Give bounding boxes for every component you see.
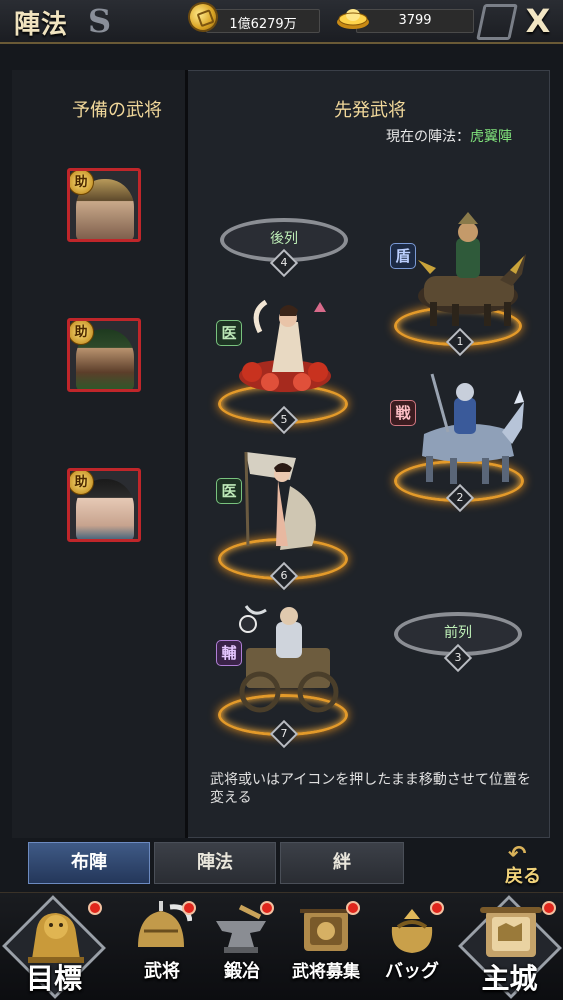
gold-ingot-icon [337, 9, 369, 29]
nav-bag[interactable]: バッグ [372, 893, 452, 1000]
ingot-value: 3799 [398, 13, 432, 28]
reserve-general-card[interactable]: 助 [67, 468, 141, 542]
support-general-unit-7[interactable] [226, 604, 350, 716]
back-label: 戻る [505, 866, 541, 887]
drag-hint-text: 武将或いはアイコンを押したまま移動させて位置を変える [210, 772, 531, 806]
nav-main-castle[interactable]: 主城 [456, 893, 563, 1000]
cavalry-general-unit-2[interactable] [404, 372, 528, 490]
notification-dot [542, 901, 556, 915]
top-bar: 陣法 S 1億6279万 3799 X [0, 0, 563, 44]
healer-general-unit-6[interactable] [236, 446, 336, 560]
coin-value-box: 1億6279万 [206, 9, 320, 33]
current-formation-value: 虎翼陣 [470, 129, 512, 145]
title-ornament-icon: S [88, 2, 112, 40]
current-formation-status: 現在の陣法：虎翼陣 [386, 126, 512, 146]
reserve-general-card[interactable]: 助 [67, 318, 141, 392]
reserve-general-card[interactable]: 助 [67, 168, 141, 242]
tab-bonds[interactable]: 絆 [280, 842, 404, 884]
notification-dot [88, 901, 102, 915]
assist-badge: 助 [70, 471, 94, 495]
nav-main-castle-label: 主城 [481, 962, 538, 995]
notification-dot [430, 901, 444, 915]
nav-smithing[interactable]: 鍛冶 [204, 893, 280, 1000]
healer-role-icon: 医 [216, 478, 242, 504]
formation-screen: 陣法 S 1億6279万 3799 X 予備の武将 先発武将 現在の陣法：虎翼陣… [0, 0, 563, 1000]
current-formation-label: 現在の陣法： [386, 129, 470, 145]
front-row-label: 前列 [444, 625, 472, 641]
shield-role-icon: 盾 [390, 243, 416, 269]
notification-dot [260, 901, 274, 915]
cavalry-general-unit-1[interactable] [400, 210, 530, 330]
healer-role-icon: 医 [216, 320, 242, 346]
close-button[interactable]: X [518, 2, 558, 42]
assist-badge: 助 [70, 171, 94, 195]
bottom-navigation: 目標 武将 鍛冶 武将募集 バッグ 主城 [0, 892, 563, 1000]
reserve-title: 予備の武将 [72, 100, 162, 121]
nav-bag-label: バッグ [385, 961, 439, 982]
notification-dot [182, 901, 196, 915]
formation-title: 先発武将 [334, 100, 406, 121]
nav-recruit[interactable]: 武将募集 [284, 893, 368, 1000]
tab-deployment[interactable]: 布陣 [28, 842, 150, 884]
warrior-role-icon: 戦 [390, 400, 416, 426]
nav-smithing-label: 鍛冶 [224, 961, 260, 982]
coin-value: 1億6279万 [229, 17, 297, 32]
nav-generals-label: 武将 [144, 961, 180, 982]
nav-goals[interactable]: 目標 [0, 893, 108, 1000]
nav-goals-label: 目標 [25, 962, 82, 995]
menu-ornament-icon [476, 4, 518, 40]
assist-badge: 助 [70, 321, 94, 345]
healer-general-unit-5[interactable] [230, 292, 340, 400]
lion-statue-icon [28, 913, 84, 963]
back-button[interactable]: ↶ 戻る [498, 842, 548, 888]
nav-recruit-label: 武将募集 [292, 962, 360, 982]
notification-dot [346, 901, 360, 915]
castle-scroll-icon [480, 907, 542, 957]
rear-row-label: 後列 [270, 231, 298, 247]
page-title: 陣法 [14, 10, 69, 40]
support-role-icon: 輔 [216, 640, 242, 666]
tab-formation[interactable]: 陣法 [154, 842, 276, 884]
nav-generals[interactable]: 武将 [124, 893, 200, 1000]
ingot-value-box: 3799 [356, 9, 474, 33]
